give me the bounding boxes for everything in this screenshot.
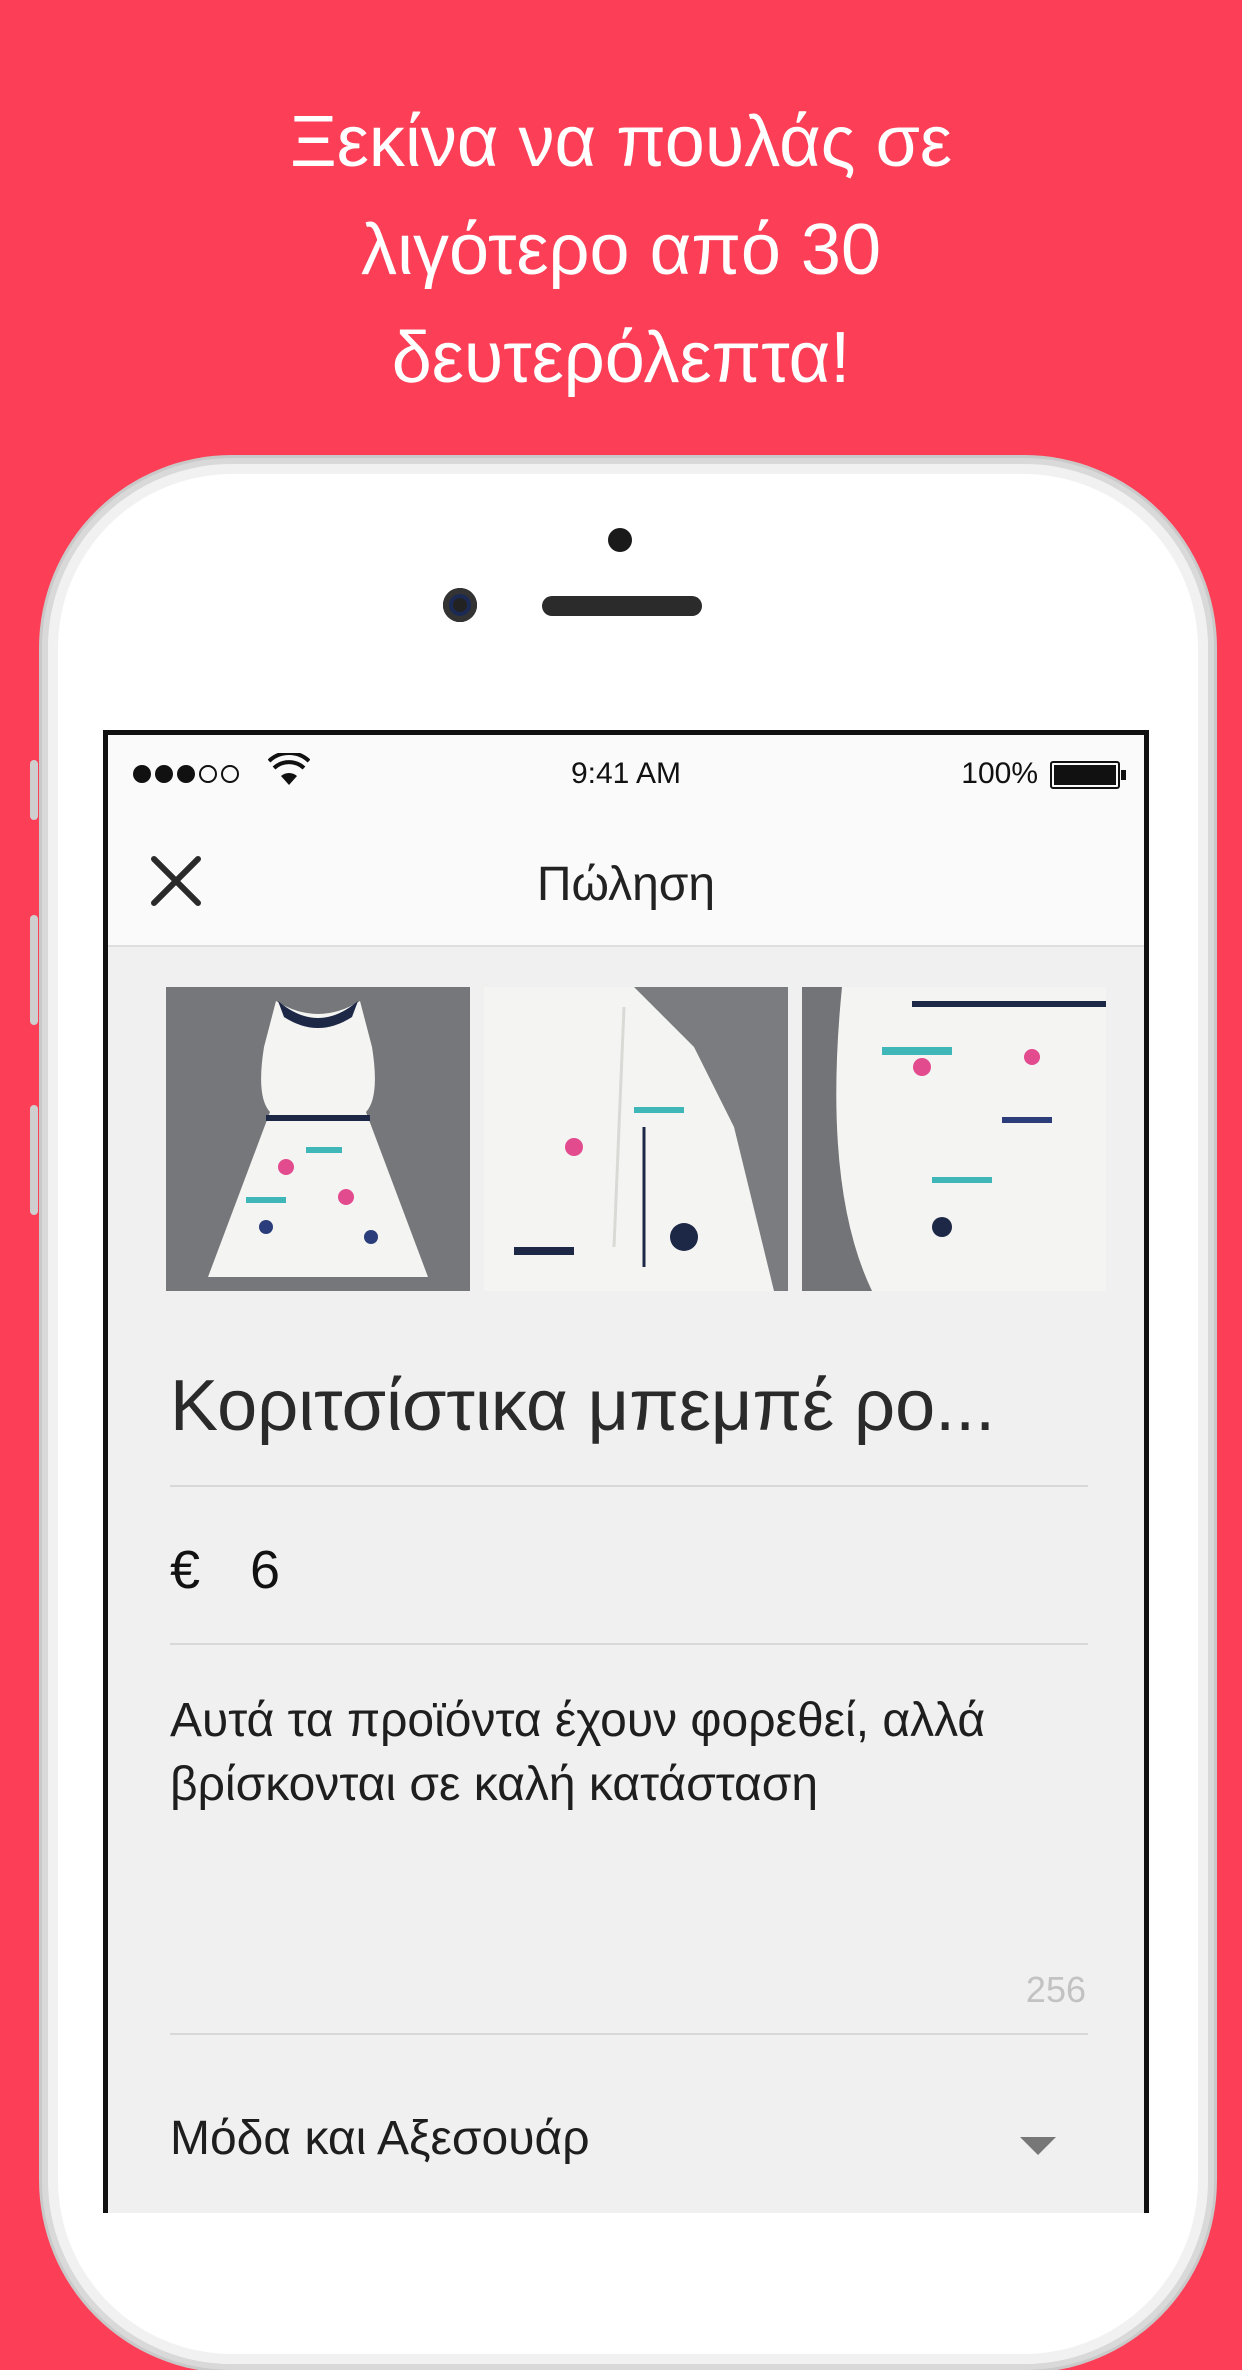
mute-switch (30, 760, 38, 820)
price-field[interactable]: € 6 (170, 1487, 1088, 1645)
earpiece-speaker (542, 596, 702, 616)
description-field[interactable]: Αυτά τα προϊόντα έχουν φορεθεί, αλλά βρί… (170, 1645, 1088, 2035)
proximity-sensor (608, 528, 632, 552)
headline: Ξεκίνα να πουλάς σε λιγότερο από 30 δευτ… (0, 88, 1242, 412)
headline-line-3: δευτερόλεπτα! (391, 318, 851, 398)
dress-photo-front[interactable] (166, 987, 470, 1291)
category-value[interactable]: Μόδα και Αξεσουάρ (170, 2111, 590, 2166)
chevron-down-icon[interactable] (1020, 2137, 1056, 2155)
battery-percent: 100% (961, 757, 1038, 790)
currency-symbol: € (170, 1540, 201, 1600)
front-camera (443, 588, 477, 622)
phone-screen: 9:41 AM 100% Πώληση Κοριτσίστικα μπεμπέ … (103, 730, 1149, 2213)
photo-strip[interactable] (166, 987, 1144, 1292)
page-title: Πώληση (536, 858, 716, 911)
char-counter: 256 (1025, 1969, 1086, 2010)
volume-up-button (30, 915, 38, 1025)
dress-photo-back[interactable] (484, 987, 788, 1291)
status-bar: 9:41 AM 100% (108, 735, 1144, 805)
headline-line-2: λιγότερο από 30 (361, 210, 881, 290)
title-input[interactable]: Κοριτσίστικα μπεμπέ ρο... (170, 1365, 995, 1447)
price-input[interactable]: 6 (250, 1539, 280, 1601)
category-select[interactable]: Μόδα και Αξεσουάρ (170, 2035, 1088, 2213)
volume-down-button (30, 1105, 38, 1215)
headline-line-1: Ξεκίνα να πουλάς σε (290, 102, 952, 182)
nav-bar: Πώληση (108, 805, 1144, 947)
battery-icon (1050, 761, 1126, 789)
title-field[interactable]: Κοριτσίστικα μπεμπέ ρο... (170, 1345, 1088, 1487)
dress-photo-detail[interactable] (802, 987, 1106, 1291)
description-input[interactable]: Αυτά τα προϊόντα έχουν φορεθεί, αλλά βρί… (170, 1689, 1088, 1817)
